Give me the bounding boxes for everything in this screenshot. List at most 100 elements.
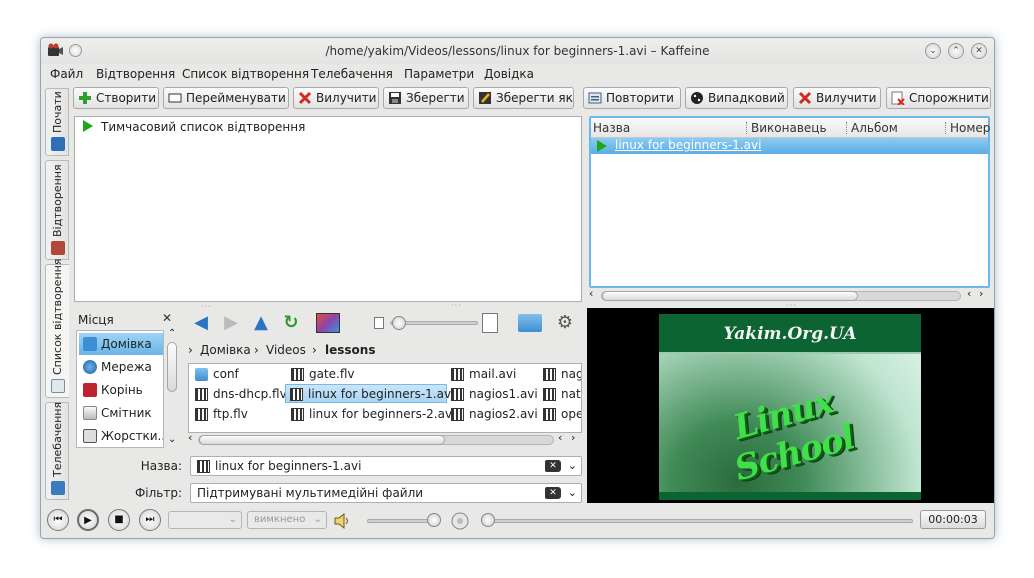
scroll-left-arrow[interactable]: ‹ <box>589 287 593 300</box>
clear-button[interactable]: Спорожнити <box>886 87 991 109</box>
file-item[interactable]: nagios1.avi <box>447 385 538 404</box>
scroll-down-arrow[interactable]: ⌄ <box>168 434 176 445</box>
save-as-button[interactable]: Зберегти як <box>473 87 574 109</box>
scroll-left-arrow[interactable]: ‹ <box>188 431 192 444</box>
scroll-right-arrow[interactable]: › <box>979 287 983 300</box>
scroll-thumb[interactable] <box>167 342 177 392</box>
file-item[interactable]: nag <box>539 365 581 384</box>
column-separator[interactable] <box>746 122 747 134</box>
table-row[interactable]: linux for beginners-1.avi <box>591 138 988 154</box>
tab-playlist[interactable]: Список відтворення <box>45 259 69 398</box>
remove-track-icon <box>798 91 812 105</box>
chevron-down-icon[interactable]: ⌄ <box>568 457 577 475</box>
menu-file[interactable]: Файл <box>50 67 83 81</box>
seek-dial-icon[interactable] <box>450 511 470 531</box>
close-window-button[interactable]: ✕ <box>971 43 987 59</box>
places-item-trash[interactable]: Смітник <box>79 402 163 424</box>
video-footer-band <box>659 492 921 500</box>
kaffeine-window: /home/yakim/Videos/lessons/linux for beg… <box>40 37 995 539</box>
places-item-harddrive[interactable]: Жорстки... <box>79 425 163 447</box>
breadcrumb-videos[interactable]: Videos <box>266 343 306 357</box>
options-wrench-icon[interactable]: ⚙ <box>554 312 576 334</box>
column-artist[interactable]: Виконавець <box>751 121 827 135</box>
tab-television[interactable]: Телебачення <box>45 402 69 500</box>
chevron-down-icon[interactable]: ⌄ <box>568 484 577 502</box>
close-places-icon[interactable]: ✕ <box>162 311 172 325</box>
places-item-network[interactable]: Мережа <box>79 356 163 378</box>
save-button[interactable]: Зберегти <box>383 87 469 109</box>
file-item-selected[interactable]: linux for beginners-1.avi <box>285 384 454 403</box>
filter-combobox[interactable]: Підтримувані мультимедійні файли ✕ ⌄ <box>190 483 582 503</box>
volume-speaker-icon[interactable] <box>333 512 351 530</box>
column-album[interactable]: Альбом <box>851 121 898 135</box>
file-item[interactable]: nagios2.avi <box>447 405 538 424</box>
file-item[interactable]: linux for beginners-2.avi <box>287 405 455 424</box>
zoom-slider-knob[interactable] <box>392 316 406 330</box>
remove-track-button[interactable]: Вилучити <box>793 87 881 109</box>
places-item-home[interactable]: Домівка <box>79 333 163 355</box>
random-button[interactable]: Випадковий <box>685 87 788 109</box>
new-folder-icon[interactable] <box>518 314 542 332</box>
tab-playback[interactable]: Відтворення <box>45 160 69 260</box>
file-item[interactable]: mail.avi <box>447 365 516 384</box>
column-separator[interactable] <box>846 122 847 134</box>
places-list[interactable]: Домівка Мережа Корінь Смітник Жорстки... <box>76 330 164 448</box>
repeat-button[interactable]: Повторити <box>583 87 681 109</box>
menu-help[interactable]: Довідка <box>484 67 534 81</box>
minimize-button[interactable]: ⌄ <box>925 43 941 59</box>
breadcrumb-lessons[interactable]: lessons <box>325 343 375 357</box>
playlist-tree[interactable]: Тимчасовий список відтворення <box>74 116 582 302</box>
file-item[interactable]: ftp.flv <box>191 405 248 424</box>
next-icon[interactable]: ⏭ <box>139 509 161 531</box>
file-list[interactable]: conf dns-dhcp.flv ftp.flv gate.flv linux… <box>188 363 582 433</box>
column-title[interactable]: Назва <box>593 121 630 135</box>
playlist-table[interactable]: Назва Виконавець Альбом Номер linux for … <box>589 116 990 288</box>
scroll-right-arrow[interactable]: › <box>571 431 575 444</box>
places-scrollbar[interactable]: ⌃ ⌄ <box>166 328 178 448</box>
scroll-left-arrow-2[interactable]: ‹ <box>967 287 971 300</box>
file-item[interactable]: conf <box>191 365 239 384</box>
remove-button[interactable]: Вилучити <box>293 87 379 109</box>
file-item[interactable]: gate.flv <box>287 365 355 384</box>
scroll-left-arrow-2[interactable]: ‹ <box>558 431 562 444</box>
column-number[interactable]: Номер <box>950 121 990 135</box>
tab-start[interactable]: Почати <box>45 88 69 156</box>
volume-slider-knob[interactable] <box>427 513 441 527</box>
scroll-up-arrow[interactable]: ⌃ <box>168 328 176 339</box>
video-display[interactable]: Yakim.Org.UA Linux School <box>587 308 994 503</box>
chevron-down-icon: ⌄ <box>228 514 237 525</box>
scroll-thumb[interactable] <box>199 435 445 445</box>
file-item[interactable]: ope <box>539 405 581 424</box>
up-arrow-icon[interactable]: ▲ <box>250 312 272 334</box>
subtitle-combobox[interactable]: вимкнено ⌄ <box>247 511 327 529</box>
clear-text-icon[interactable]: ✕ <box>545 487 561 499</box>
column-separator[interactable] <box>945 122 946 134</box>
back-arrow-icon[interactable]: ◀ <box>190 312 212 334</box>
audio-stream-combobox[interactable]: ⌄ <box>168 511 242 529</box>
create-button[interactable]: Створити <box>73 87 159 109</box>
play-button-icon[interactable]: ▶ <box>77 509 99 531</box>
preview-icon[interactable] <box>316 313 340 333</box>
maximize-button[interactable]: ⌃ <box>948 43 964 59</box>
forward-arrow-icon[interactable]: ▶ <box>220 312 242 334</box>
menu-settings[interactable]: Параметри <box>404 67 474 81</box>
clear-text-icon[interactable]: ✕ <box>545 460 561 472</box>
time-display[interactable]: 00:00:03 <box>920 510 986 529</box>
seek-slider-knob[interactable] <box>481 513 495 527</box>
stop-icon[interactable]: ■ <box>108 509 130 531</box>
menu-playback[interactable]: Відтворення <box>96 67 175 81</box>
reload-icon[interactable]: ↻ <box>280 312 302 334</box>
playlist-tree-item[interactable]: Тимчасовий список відтворення <box>83 120 305 134</box>
file-item[interactable]: dns-dhcp.flv <box>191 385 287 404</box>
file-list-hscrollbar[interactable]: ‹ ‹ › <box>188 431 582 446</box>
seek-slider[interactable] <box>481 519 913 523</box>
breadcrumb-home[interactable]: Домівка <box>200 343 251 357</box>
menu-playlist[interactable]: Список відтворення <box>182 67 309 81</box>
menu-television[interactable]: Телебачення <box>311 67 393 81</box>
file-item[interactable]: nat. <box>539 385 581 404</box>
scroll-thumb[interactable] <box>602 291 858 301</box>
places-item-root[interactable]: Корінь <box>79 379 163 401</box>
name-combobox[interactable]: linux for beginners-1.avi ✕ ⌄ <box>190 456 582 476</box>
previous-icon[interactable]: ⏮ <box>47 509 69 531</box>
rename-button[interactable]: Перейменувати <box>163 87 289 109</box>
